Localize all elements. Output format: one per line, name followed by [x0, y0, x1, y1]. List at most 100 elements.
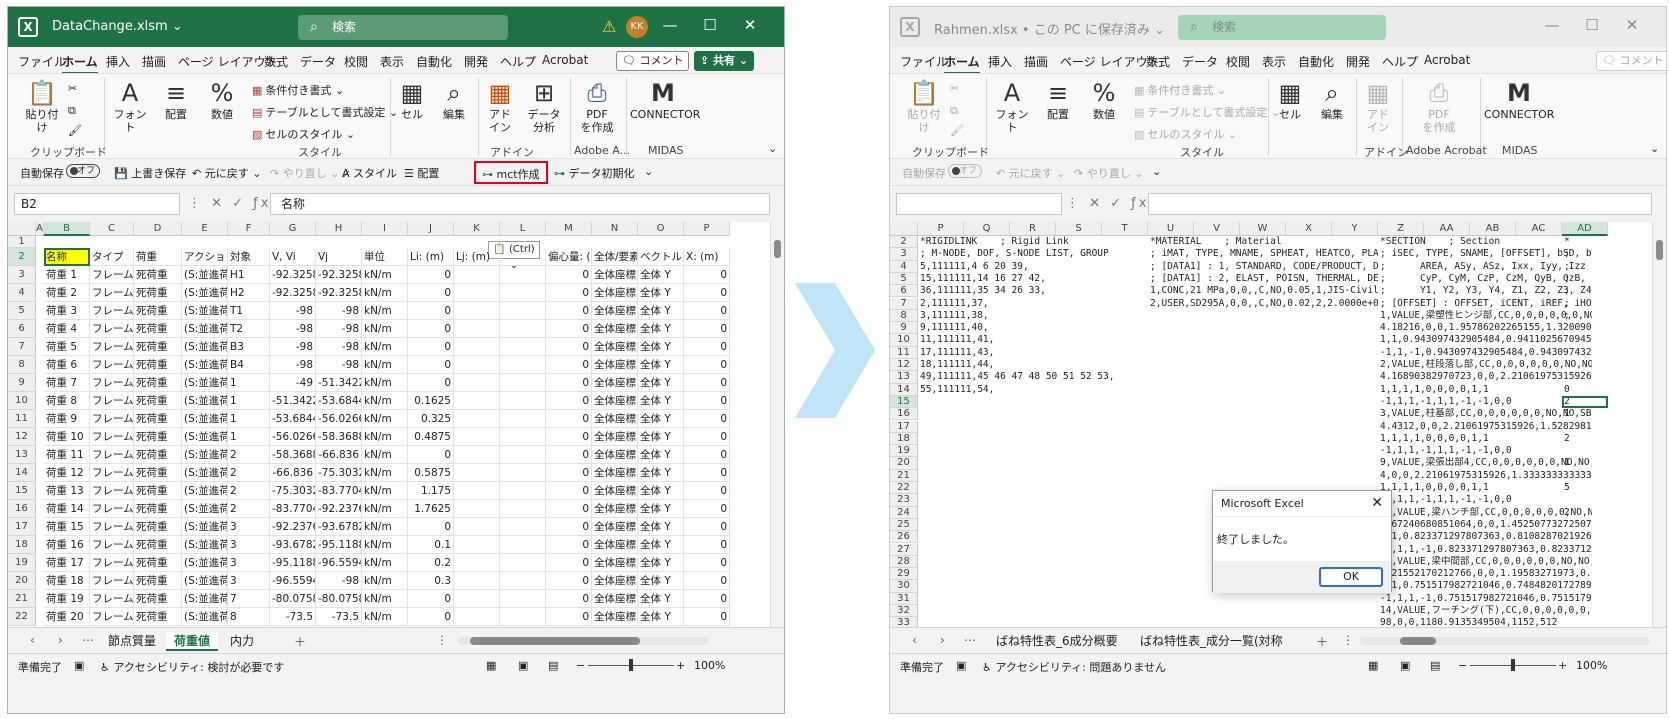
row-header[interactable]: 1 — [8, 236, 36, 248]
text-cell[interactable]: ; iSEC, TYPE, SNAME, [OFFSET], bSD, bWE,… — [1380, 248, 1592, 260]
text-cell[interactable]: *SECTION ; Section — [1380, 236, 1592, 248]
table-cell[interactable]: 全体座標系 — [592, 320, 638, 338]
text-cell[interactable]: 14,VALUE,フーチング(下),CC,0,0,0,0,0,0,NO,NO,S — [1380, 605, 1592, 617]
text-cell[interactable]: *MATERIAL ; Material — [1150, 236, 1378, 248]
zoom-in-icon[interactable]: + — [676, 659, 685, 672]
header-cell[interactable]: アクション — [182, 248, 228, 266]
column-header[interactable]: P — [918, 222, 964, 236]
table-cell[interactable]: H2 — [228, 284, 270, 302]
table-cell[interactable]: 0 — [408, 590, 454, 608]
row-header[interactable]: 14 — [890, 383, 918, 396]
column-header[interactable]: O — [638, 222, 684, 236]
text-cell[interactable]: -1,1,1,-1,1,1,-1,-1,0,0 — [1380, 494, 1592, 506]
table-cell[interactable]: 0 — [684, 500, 730, 518]
copy-icon[interactable]: ⧉ — [950, 104, 958, 118]
table-cell[interactable]: kN/m — [362, 320, 408, 338]
accessibility-status[interactable]: ♿ アクセシビリティ: 問題ありません — [982, 659, 1166, 675]
table-cell[interactable]: 7 — [228, 590, 270, 608]
tab-acrobat[interactable]: Acrobat — [542, 53, 588, 67]
table-cell[interactable]: -56.0266 — [270, 428, 316, 446]
table-cell[interactable]: 0 — [546, 374, 592, 392]
row-header[interactable]: 24 — [890, 506, 918, 519]
table-cell[interactable]: 全体 Y — [638, 500, 684, 518]
header-cell[interactable]: タイプ — [90, 248, 134, 266]
table-cell[interactable]: 0 — [408, 608, 454, 626]
column-header[interactable]: Q — [964, 222, 1010, 236]
table-cell[interactable]: 荷重 5 — [44, 338, 90, 356]
table-cell[interactable]: フレーム要 — [90, 338, 134, 356]
table-cell[interactable] — [500, 374, 546, 392]
table-cell[interactable]: T2 — [228, 320, 270, 338]
table-cell[interactable]: 0 — [408, 302, 454, 320]
table-cell[interactable]: kN/m — [362, 572, 408, 590]
table-cell[interactable]: kN/m — [362, 374, 408, 392]
tab-home[interactable]: ホーム — [62, 53, 98, 75]
text-cell[interactable]: 4.4312,0,0,2.21061975315926,1.5282981875… — [1380, 421, 1592, 433]
normal-view-icon[interactable]: ▦ — [1368, 659, 1378, 672]
text-cell[interactable]: ; CyP, CyM, CzP, CzM, QyB, QzB, PERI_OUT — [1380, 273, 1592, 285]
addin-button[interactable]: ▦ アド イン — [482, 78, 518, 134]
table-cell[interactable]: 死荷重 — [134, 410, 182, 428]
table-cell[interactable]: -95.1188 — [270, 554, 316, 572]
qat-customize-icon[interactable]: ⌄ — [1152, 165, 1161, 178]
header-cell[interactable]: 全体/要素 — [592, 248, 638, 266]
table-cell[interactable]: 荷重 7 — [44, 374, 90, 392]
data-init-button[interactable]: ⊶ データ初期化 — [554, 165, 635, 181]
tab-help[interactable]: ヘルプ — [1382, 53, 1418, 70]
table-cell[interactable]: 1.175 — [408, 482, 454, 500]
table-cell[interactable]: 0 — [546, 302, 592, 320]
table-cell[interactable]: 0 — [408, 338, 454, 356]
table-cell[interactable]: 0 — [684, 302, 730, 320]
row-header[interactable]: 22 — [890, 482, 918, 495]
row-header[interactable]: 15 — [8, 482, 36, 500]
table-cell[interactable]: 全体 Y — [638, 374, 684, 392]
ok-button[interactable]: OK — [1319, 567, 1383, 587]
column-header[interactable]: W — [1240, 222, 1286, 236]
row-header[interactable]: 16 — [890, 408, 918, 421]
text-cell[interactable]: *RIGIDLINK ; Rigid Link — [920, 236, 1168, 248]
table-cell[interactable] — [454, 392, 500, 410]
table-cell[interactable] — [500, 554, 546, 572]
table-cell[interactable] — [500, 320, 546, 338]
column-header[interactable]: A — [36, 222, 44, 236]
table-cell[interactable]: -98 — [270, 338, 316, 356]
table-cell[interactable]: フレーム要 — [90, 464, 134, 482]
table-cell[interactable]: 全体 Y — [638, 338, 684, 356]
header-cell[interactable]: 名称 — [44, 248, 90, 266]
table-cell[interactable]: 全体 Y — [638, 536, 684, 554]
header-cell[interactable]: Vj — [316, 248, 362, 266]
table-cell[interactable]: 0 — [684, 518, 730, 536]
undo-button[interactable]: ↶ 元に戻す ⌄ — [996, 165, 1065, 181]
column-header[interactable]: B — [44, 222, 90, 236]
table-cell[interactable]: 0 — [684, 356, 730, 374]
table-cell[interactable]: 全体座標系 — [592, 266, 638, 284]
table-cell[interactable]: 全体座標系 — [592, 464, 638, 482]
row-header[interactable]: 16 — [8, 500, 36, 518]
table-cell[interactable]: 荷重 4 — [44, 320, 90, 338]
table-cell[interactable] — [454, 572, 500, 590]
table-cell[interactable]: 全体座標系 — [592, 446, 638, 464]
file-name[interactable]: Rahmen.xlsx • この PC に保存済み ⌄ — [934, 19, 1165, 38]
column-header[interactable]: K — [454, 222, 500, 236]
table-cell[interactable]: kN/m — [362, 392, 408, 410]
tab-automate[interactable]: 自動化 — [416, 53, 452, 70]
format-painter-icon[interactable]: 🖌 — [68, 124, 82, 137]
table-cell[interactable]: フレーム要 — [90, 536, 134, 554]
tab-formulas[interactable]: 数式 — [264, 53, 288, 70]
text-cell[interactable]: 12,VALUE,梁中間部,CC,0,0,0,0,0,0,NO,NO,SB,BU… — [1380, 556, 1592, 568]
column-header[interactable]: L — [500, 222, 546, 236]
column-header[interactable]: J — [408, 222, 454, 236]
horizontal-scroll-thumb[interactable] — [470, 637, 640, 645]
table-cell[interactable]: 全体座標系 — [592, 356, 638, 374]
row-header[interactable]: 30 — [890, 580, 918, 593]
table-cell[interactable] — [454, 518, 500, 536]
column-header[interactable]: N — [592, 222, 638, 236]
row-header[interactable]: 17 — [8, 518, 36, 536]
table-cell[interactable] — [454, 338, 500, 356]
text-cell[interactable]: 4.18216,0,0,1.95786202265155,1.320090214… — [1380, 322, 1592, 334]
column-header[interactable]: V — [1194, 222, 1240, 236]
maximize-icon[interactable]: ☐ — [698, 16, 722, 34]
text-cell[interactable]: -1,1,1,-1,1,1,-1,-1,0,0 — [1380, 396, 1592, 408]
table-cell[interactable]: 0.1625 — [408, 392, 454, 410]
table-cell[interactable] — [500, 410, 546, 428]
